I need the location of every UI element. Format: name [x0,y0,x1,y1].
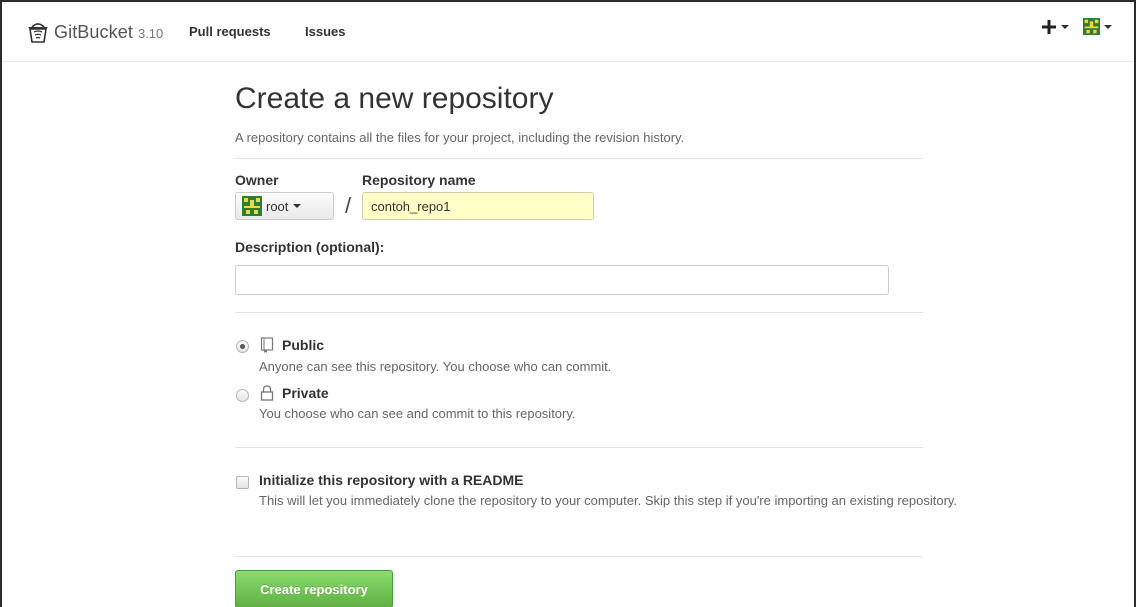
page-title: Create a new repository [235,82,554,115]
app-window: GitBucket 3.10 Pull requests Issues Crea… [0,0,1136,607]
brand-version: 3.10 [137,26,164,41]
plus-icon [1042,19,1056,34]
owner-dropdown[interactable]: root [235,192,334,220]
lock-icon [260,385,274,401]
description-label: Description (optional): [235,239,385,255]
gitbucket-logo-icon [26,20,50,44]
header-actions [1041,18,1112,35]
page-description: A repository contains all the files for … [235,130,685,145]
public-radio[interactable] [236,340,249,353]
nav-issues[interactable]: Issues [305,24,345,39]
readme-option-title: Initialize this repository with a README [259,472,524,488]
public-option-title: Public [282,337,325,353]
chevron-down-icon [1061,24,1069,29]
book-icon [260,337,274,353]
owner-label: Owner [235,172,279,188]
divider [235,447,923,448]
new-menu-button[interactable] [1041,19,1069,35]
readme-option-description: This will let you immediately clone the … [259,493,958,508]
chevron-down-icon [1104,24,1112,29]
repo-name-input[interactable] [362,192,594,220]
private-option-title: Private [282,385,329,401]
divider [235,158,923,159]
readme-checkbox[interactable] [236,476,249,489]
private-option-description: You choose who can see and commit to thi… [259,406,576,421]
private-radio[interactable] [236,389,249,402]
owner-avatar-icon [242,196,262,216]
nav-pull-requests[interactable]: Pull requests [189,24,271,39]
user-menu-button[interactable] [1083,18,1112,35]
divider [235,312,923,313]
divider [235,556,923,557]
public-option-description: Anyone can see this repository. You choo… [259,359,612,374]
chevron-down-icon [293,204,302,208]
brand-link[interactable]: GitBucket 3.10 [26,20,163,44]
top-navbar: GitBucket 3.10 Pull requests Issues [2,2,1134,62]
owner-repo-separator: / [345,193,352,218]
create-repository-button[interactable]: Create repository [235,570,393,607]
brand-name: GitBucket [54,21,133,42]
description-input[interactable] [235,265,889,295]
repo-name-label: Repository name [362,172,476,188]
avatar-icon [1083,18,1100,35]
owner-name: root [266,198,289,214]
